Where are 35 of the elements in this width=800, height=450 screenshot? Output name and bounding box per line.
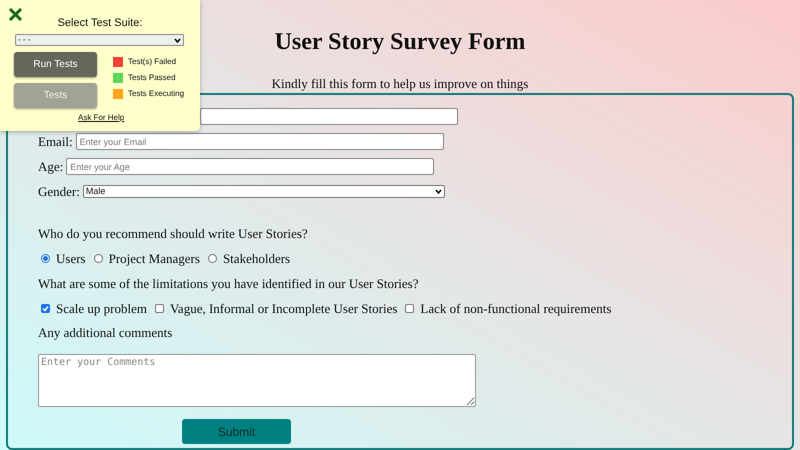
- option-label: Scale up problem: [56, 300, 147, 318]
- option-label: Stakeholders: [222, 250, 290, 268]
- question-text: What are some of the limitations you have identified in our User Stories?: [38, 274, 420, 292]
- comments-label: Any additional comments: [38, 324, 174, 342]
- option-label: Users: [56, 250, 86, 268]
- text-input[interactable]: Enter your Email: [76, 133, 444, 150]
- checkbox[interactable]: [405, 304, 414, 313]
- question-text: Who do you recommend should write User Stories?: [38, 225, 309, 243]
- option-label: Lack of non-functional requirements: [420, 300, 612, 318]
- checkbox[interactable]: [41, 304, 50, 313]
- radio-button[interactable]: [41, 254, 50, 264]
- text-input[interactable]: [200, 108, 458, 125]
- gender-select[interactable]: Male: [82, 185, 445, 198]
- option-label: Vague, Informal or Incomplete User Stories: [170, 300, 398, 318]
- run-tests-button[interactable]: Run Tests: [14, 52, 97, 77]
- close-icon[interactable]: [9, 8, 22, 21]
- comments-textarea[interactable]: Enter your Comments: [38, 354, 476, 407]
- page-subtitle: Kindly fill this form to help us improve on things: [272, 76, 528, 92]
- checkbox[interactable]: [154, 304, 164, 313]
- legend-label: Tests Executing: [128, 88, 184, 100]
- legend-label: Test(s) Failed: [128, 56, 176, 68]
- radio-button[interactable]: [208, 254, 217, 264]
- page-title: User Story Survey Form: [274, 28, 526, 56]
- option-label: Project Managers: [108, 250, 200, 268]
- text-input[interactable]: Enter your Age: [66, 158, 434, 175]
- radio-button[interactable]: [94, 254, 103, 264]
- chevron-down-icon: [434, 189, 442, 194]
- field-label: Gender:: [38, 182, 80, 201]
- panel-title: Select Test Suite:: [56, 16, 144, 30]
- help-link[interactable]: Ask For Help: [78, 113, 124, 123]
- field-label: Email:: [38, 132, 73, 151]
- chevron-down-icon: [174, 38, 181, 42]
- suite-select[interactable]: - - -: [15, 34, 184, 46]
- legend-label: Tests Passed: [128, 72, 176, 84]
- field-label: Age:: [38, 158, 64, 176]
